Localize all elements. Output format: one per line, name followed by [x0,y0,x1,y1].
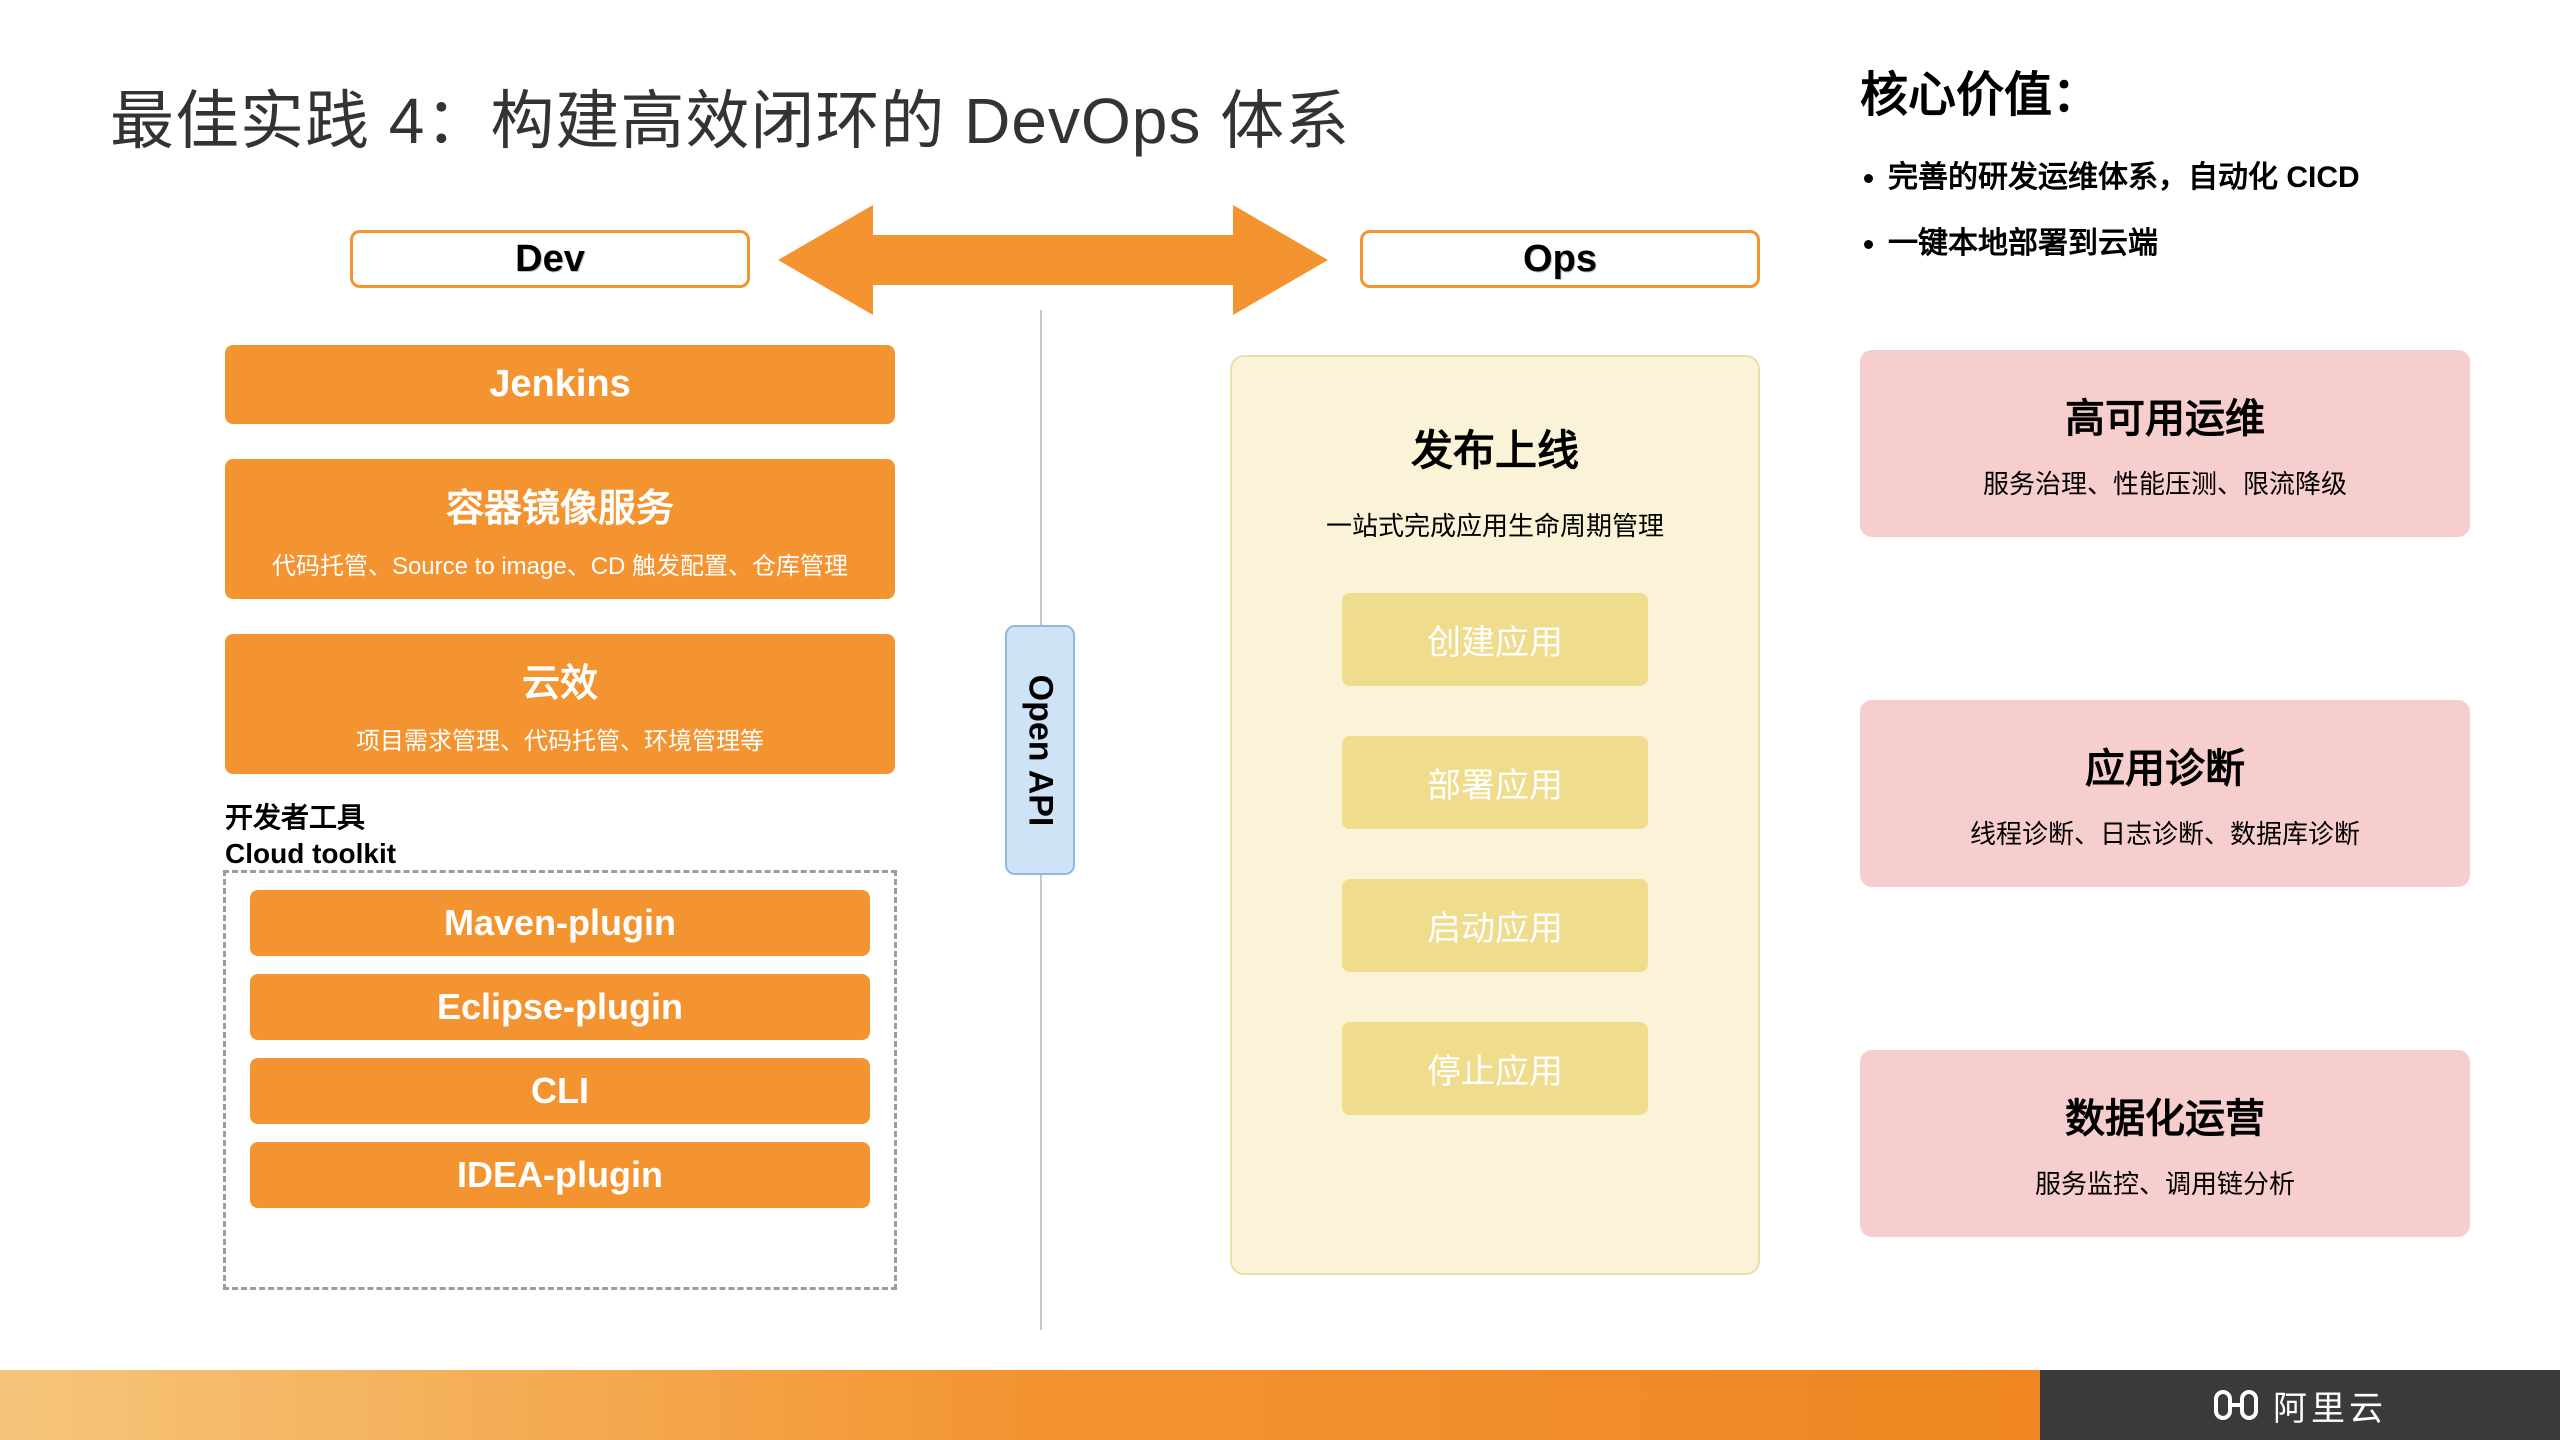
value-card-ha-ops: 高可用运维 服务治理、性能压测、限流降级 [1860,350,2470,537]
ops-stop-app: 停止应用 [1342,1022,1648,1115]
idea-plugin-card: IDEA-plugin [250,1142,870,1208]
value-card-2-sub: 线程诊断、日志诊断、数据库诊断 [1880,814,2450,851]
core-value-bullets: 完善的研发运维体系，自动化 CICD 一键本地部署到云端 [1860,145,2360,277]
yunxiao-title: 云效 [235,652,885,707]
cli-card: CLI [250,1058,870,1124]
value-card-3-title: 数据化运营 [1880,1086,2450,1144]
toolkit-label-line2: Cloud toolkit [225,836,396,872]
yunxiao-card: 云效 项目需求管理、代码托管、环境管理等 [225,634,895,774]
jenkins-card: Jenkins [225,345,895,424]
maven-plugin-card: Maven-plugin [250,890,870,956]
ops-panel-sub: 一站式完成应用生命周期管理 [1277,506,1713,543]
eclipse-plugin-card: Eclipse-plugin [250,974,870,1040]
ops-panel-title: 发布上线 [1277,417,1713,478]
container-registry-card: 容器镜像服务 代码托管、Source to image、CD 触发配置、仓库管理 [225,459,895,599]
aliyun-logo-icon [2213,1382,2259,1428]
maven-plugin-label: Maven-plugin [260,902,860,944]
open-api-badge: Open API [1005,625,1075,875]
eclipse-plugin-label: Eclipse-plugin [260,986,860,1028]
yunxiao-sub: 项目需求管理、代码托管、环境管理等 [235,721,885,756]
ops-start-app: 启动应用 [1342,879,1648,972]
value-card-1-sub: 服务治理、性能压测、限流降级 [1880,464,2450,501]
value-card-3-sub: 服务监控、调用链分析 [1880,1164,2450,1201]
core-value-title: 核心价值： [1860,55,2100,125]
toolkit-label-line1: 开发者工具 [225,800,396,836]
value-card-diagnosis: 应用诊断 线程诊断、日志诊断、数据库诊断 [1860,700,2470,887]
cli-label: CLI [260,1070,860,1112]
dev-pill: Dev [350,230,750,288]
value-card-2-title: 应用诊断 [1880,736,2450,794]
footer-brand: 阿里云 [2040,1370,2560,1440]
bullet-1: 完善的研发运维体系，自动化 CICD [1888,145,2360,211]
value-card-1-title: 高可用运维 [1880,386,2450,444]
container-registry-title: 容器镜像服务 [235,477,885,532]
footer-brand-text: 阿里云 [2273,1381,2387,1430]
container-registry-sub: 代码托管、Source to image、CD 触发配置、仓库管理 [235,546,885,581]
bullet-2: 一键本地部署到云端 [1888,211,2360,277]
slide-title: 最佳实践 4：构建高效闭环的 DevOps 体系 [110,70,1350,162]
ops-deploy-app: 部署应用 [1342,736,1648,829]
open-api-label: Open API [1021,674,1060,826]
toolkit-label: 开发者工具 Cloud toolkit [225,800,396,873]
double-arrow-icon [778,200,1328,320]
ops-create-app: 创建应用 [1342,593,1648,686]
ops-panel: 发布上线 一站式完成应用生命周期管理 创建应用 部署应用 启动应用 停止应用 [1230,355,1760,1275]
value-card-data-ops: 数据化运营 服务监控、调用链分析 [1860,1050,2470,1237]
jenkins-label: Jenkins [235,363,885,406]
ops-pill: Ops [1360,230,1760,288]
idea-plugin-label: IDEA-plugin [260,1154,860,1196]
